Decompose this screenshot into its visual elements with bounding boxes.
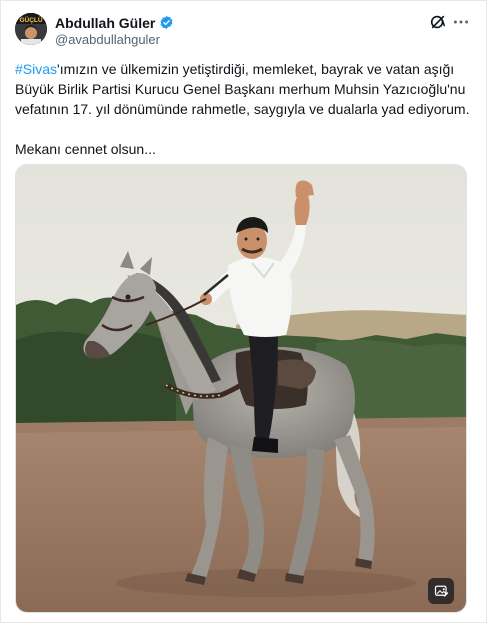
post-text-line-1-rest: 'ımızın ve ülkemizin yetiştirdiği, memle… [57, 61, 455, 77]
verified-badge-icon [160, 15, 173, 30]
post-text-line-2: Büyük Birlik Partisi Kurucu Genel Başkan… [15, 81, 466, 97]
image-edit-button[interactable] [428, 578, 454, 604]
display-name[interactable]: Abdullah Güler [55, 15, 155, 31]
grok-button[interactable] [429, 13, 447, 31]
post-image[interactable] [15, 164, 467, 613]
avatar-image: GÜÇLÜ [15, 13, 47, 45]
hashtag-link[interactable]: #Sivas [15, 61, 57, 77]
user-handle[interactable]: @avabdullahguler [55, 32, 174, 47]
post-text-line-4: Mekanı cennet olsun... [15, 141, 156, 157]
image-edit-icon [434, 585, 448, 597]
post-text-line-1: #Sivas'ımızın ve ülkemizin yetiştirdiği,… [15, 59, 477, 79]
tweet-card[interactable]: GÜÇLÜ Abdullah Güler @avabdullahguler #S… [0, 0, 487, 623]
post-text: #Sivas'ımızın ve ülkemizin yetiştirdiği,… [15, 59, 477, 159]
avatar-logo-text: GÜÇLÜ [19, 15, 42, 24]
grok-icon [430, 15, 446, 29]
avatar[interactable]: GÜÇLÜ [15, 13, 47, 45]
post-header: Abdullah Güler @avabdullahguler [55, 14, 174, 47]
more-icon [453, 20, 469, 24]
more-button[interactable] [451, 13, 471, 31]
post-text-line-3: vefatının 17. yıl dönümünde rahmetle, sa… [15, 101, 470, 117]
photo-man-on-horse [16, 165, 466, 612]
